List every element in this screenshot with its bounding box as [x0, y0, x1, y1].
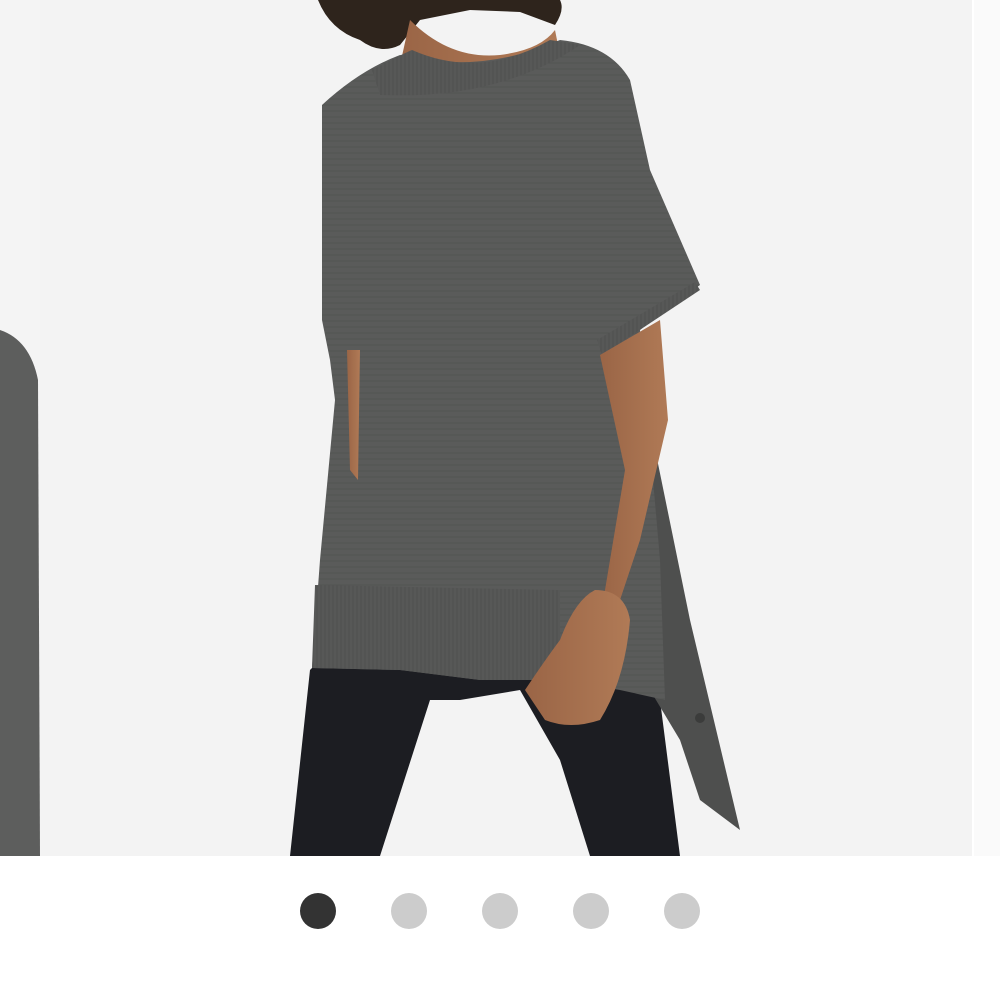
- garment-hem: [312, 585, 560, 680]
- previous-slide-garment: [0, 330, 40, 856]
- carousel-pagination: [0, 892, 1000, 930]
- carousel-dot-1[interactable]: [300, 893, 336, 929]
- garment-button: [695, 713, 705, 723]
- carousel-dot-3[interactable]: [482, 893, 518, 929]
- product-photo: [0, 0, 740, 856]
- carousel-dot-4[interactable]: [573, 893, 609, 929]
- carousel-dot-2[interactable]: [391, 893, 427, 929]
- model-hair: [318, 0, 562, 49]
- carousel-dot-5[interactable]: [664, 893, 700, 929]
- carousel-viewport[interactable]: [0, 0, 1000, 856]
- product-image-carousel[interactable]: [0, 0, 1000, 1000]
